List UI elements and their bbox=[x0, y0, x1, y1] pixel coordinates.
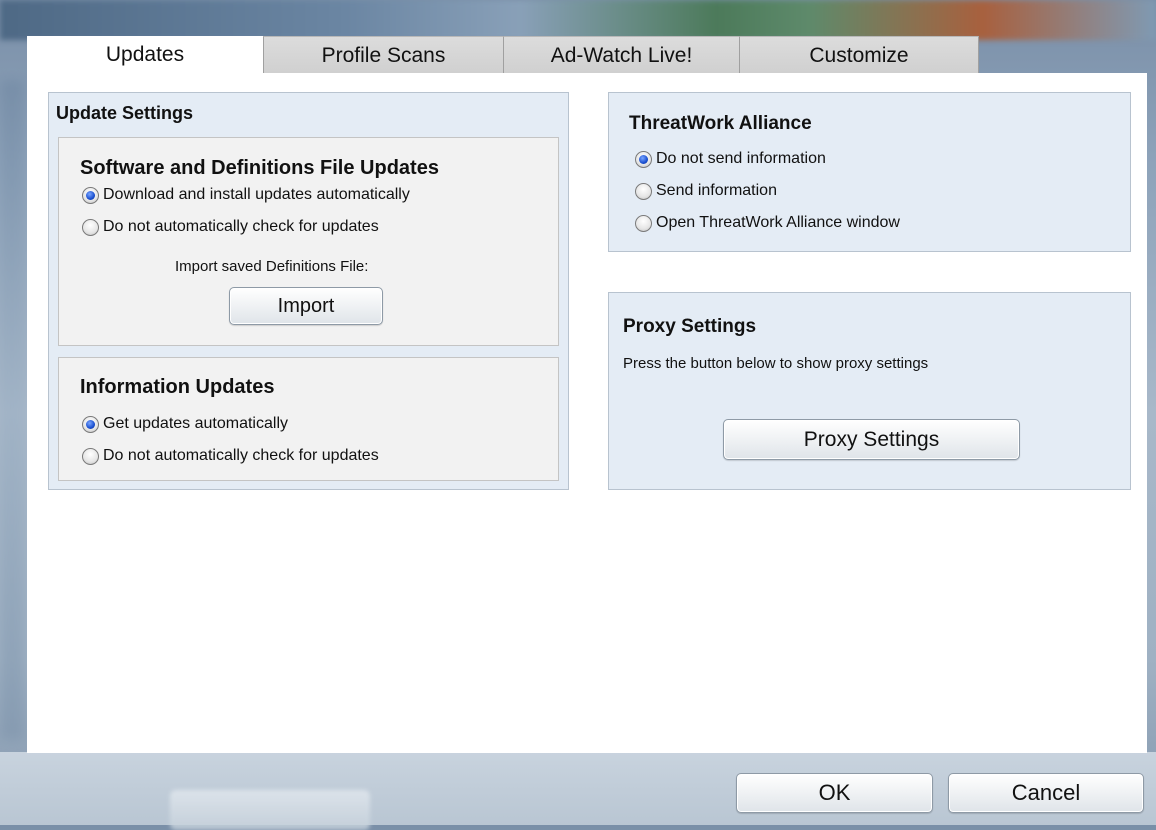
radio-info-no-auto[interactable]: Do not automatically check for updates bbox=[82, 447, 379, 465]
proxy-settings-panel: Proxy Settings Press the button below to… bbox=[608, 292, 1131, 490]
radio-label: Send information bbox=[656, 182, 777, 199]
radio-send-info[interactable]: Send information bbox=[635, 182, 777, 200]
tab-updates[interactable]: Updates bbox=[27, 36, 263, 74]
radio-label: Open ThreatWork Alliance window bbox=[656, 214, 900, 231]
import-label: Import saved Definitions File: bbox=[175, 258, 369, 275]
radio-button[interactable] bbox=[635, 214, 652, 232]
radio-download-auto[interactable]: Download and install updates automatical… bbox=[82, 186, 410, 204]
radio-do-not-send[interactable]: Do not send information bbox=[635, 150, 826, 168]
software-updates-group: Software and Definitions File Updates Do… bbox=[58, 137, 559, 346]
import-button[interactable]: Import bbox=[229, 287, 383, 325]
proxy-settings-title: Proxy Settings bbox=[623, 316, 757, 337]
tab-profile-scans[interactable]: Profile Scans bbox=[263, 36, 503, 73]
information-updates-title: Information Updates bbox=[80, 376, 275, 398]
background-ghost-button bbox=[170, 790, 370, 830]
update-settings-panel: Update Settings Software and Definitions… bbox=[48, 92, 569, 490]
radio-info-auto[interactable]: Get updates automatically bbox=[82, 415, 288, 433]
radio-label: Do not automatically check for updates bbox=[103, 218, 379, 235]
radio-no-auto-check[interactable]: Do not automatically check for updates bbox=[82, 218, 379, 236]
update-settings-title: Update Settings bbox=[56, 103, 194, 123]
cancel-button[interactable]: Cancel bbox=[948, 773, 1144, 813]
background-decoration bbox=[0, 80, 24, 740]
radio-open-threatwork[interactable]: Open ThreatWork Alliance window bbox=[635, 214, 900, 232]
proxy-settings-button[interactable]: Proxy Settings bbox=[723, 419, 1020, 460]
threatwork-title: ThreatWork Alliance bbox=[629, 113, 812, 134]
radio-label: Download and install updates automatical… bbox=[103, 186, 410, 203]
radio-button-checked[interactable] bbox=[82, 415, 99, 433]
radio-label: Get updates automatically bbox=[103, 415, 288, 432]
information-updates-group: Information Updates Get updates automati… bbox=[58, 357, 559, 481]
threatwork-alliance-panel: ThreatWork Alliance Do not send informat… bbox=[608, 92, 1131, 252]
radio-button[interactable] bbox=[82, 218, 99, 236]
background-window-strip bbox=[0, 0, 1156, 40]
proxy-description: Press the button below to show proxy set… bbox=[623, 355, 929, 372]
radio-button-checked[interactable] bbox=[82, 186, 99, 204]
radio-button[interactable] bbox=[635, 182, 652, 200]
tab-ad-watch-live[interactable]: Ad-Watch Live! bbox=[503, 36, 739, 73]
tab-customize[interactable]: Customize bbox=[739, 36, 979, 73]
radio-button[interactable] bbox=[82, 447, 99, 465]
radio-button-checked[interactable] bbox=[635, 150, 652, 168]
software-updates-title: Software and Definitions File Updates bbox=[80, 157, 439, 179]
radio-label: Do not send information bbox=[656, 150, 826, 167]
ok-button[interactable]: OK bbox=[736, 773, 933, 813]
radio-label: Do not automatically check for updates bbox=[103, 447, 379, 464]
dialog-content: Update Settings Software and Definitions… bbox=[27, 73, 1147, 753]
